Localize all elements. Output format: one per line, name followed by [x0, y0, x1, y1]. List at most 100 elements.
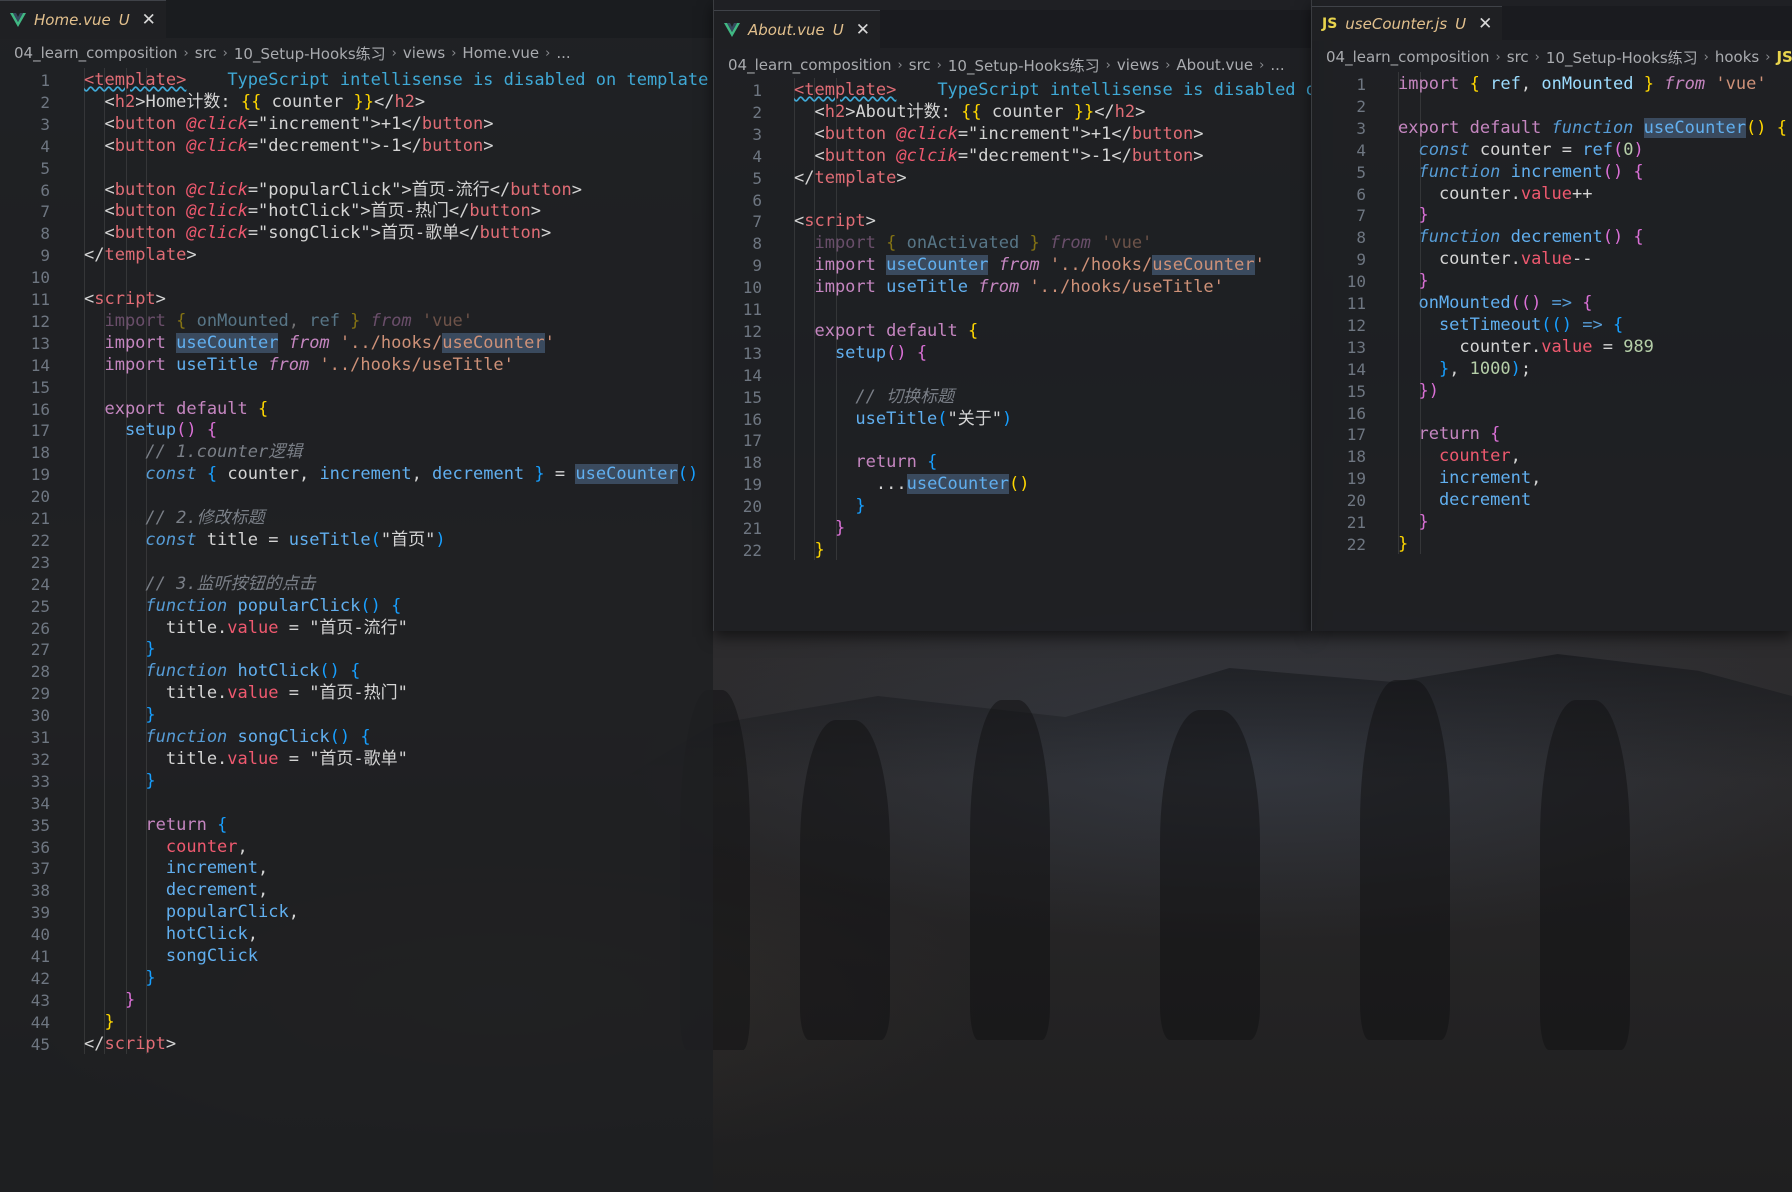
chevron-right-icon: › [222, 45, 228, 61]
breadcrumb-item[interactable]: 04_learn_composition [728, 56, 892, 74]
indent-guide [794, 78, 795, 560]
code-token: {{ [240, 91, 262, 112]
code-token: 1000 [1469, 358, 1511, 379]
code-token: =" [247, 113, 269, 134]
breadcrumb-item[interactable]: src [1507, 48, 1529, 66]
code-token: title. [84, 748, 228, 769]
breadcrumb-item[interactable]: 10_Setup-Hooks练习 [234, 43, 386, 64]
code-line[interactable]: 45 </script> [0, 1032, 713, 1057]
indent-guide [1420, 72, 1421, 554]
chevron-right-icon: › [897, 57, 903, 73]
code-text: </script> [84, 1032, 176, 1057]
close-icon[interactable]: ✕ [142, 10, 156, 30]
breadcrumb-item[interactable]: ... [556, 44, 570, 62]
code-token: () { [329, 727, 371, 747]
indent-guide [126, 68, 127, 1054]
code-token: @click [896, 123, 958, 144]
code-token: = [1592, 336, 1624, 357]
breadcrumb-item[interactable]: hooks [1715, 48, 1759, 66]
code-token: counter, [227, 464, 320, 485]
code-token: decrement [432, 464, 525, 485]
code-token: ) [1510, 358, 1521, 379]
code-token: counter = [1479, 139, 1583, 160]
code-token: function [1398, 227, 1511, 248]
code-token: } [1029, 233, 1050, 254]
code-token: > [186, 245, 197, 266]
breadcrumb-item[interactable]: JS [1776, 48, 1792, 66]
tab-bar: JS useCounter.js U ✕ [1312, 6, 1792, 41]
close-icon[interactable]: ✕ [856, 20, 870, 40]
code-token: } [1398, 271, 1429, 292]
breadcrumb-item[interactable]: views [403, 44, 445, 62]
code-token: // 2.修改标题 [84, 508, 265, 528]
code-token: <template> [84, 70, 187, 90]
code-token: > [1193, 123, 1204, 144]
code-token: useCounter [886, 255, 989, 276]
code-token: { [1582, 293, 1593, 313]
code-token: () { [360, 595, 402, 616]
line-number: 22 [1346, 534, 1366, 554]
code-token: } [1398, 512, 1429, 532]
code-token: import [794, 255, 887, 276]
tab-home-vue[interactable]: Home.vue U ✕ [0, 0, 166, 39]
code-token: > [541, 223, 552, 244]
code-area[interactable]: 1 import { ref, onMounted } from 'vue' 2 3 e… [1312, 72, 1792, 554]
code-token: import [84, 310, 177, 331]
breadcrumb-item[interactable]: 10_Setup-Hooks练习 [948, 55, 1100, 76]
breadcrumb-item[interactable]: src [909, 56, 931, 74]
breadcrumb-item[interactable]: 04_learn_composition [14, 44, 178, 62]
chevron-right-icon: › [1534, 49, 1540, 65]
code-token: import [1398, 74, 1470, 94]
tab-filename: useCounter.js [1345, 15, 1448, 33]
code-token: onMounted [1398, 293, 1511, 313]
breadcrumb-item[interactable]: About.vue [1176, 56, 1253, 74]
code-area[interactable]: 1 <template> TypeScript intellisense is d… [0, 68, 713, 1054]
code-token: }} [353, 91, 374, 112]
code-token: // 切换标题 [794, 386, 955, 407]
breadcrumb[interactable]: 04_learn_composition › src › 10_Setup-Hooks练… [0, 40, 713, 66]
tab-usecounter-js[interactable]: JS useCounter.js U ✕ [1312, 6, 1503, 41]
breadcrumb-item[interactable]: 10_Setup-Hooks练习 [1546, 47, 1698, 68]
code-token: increment [1398, 468, 1532, 489]
close-icon[interactable]: ✕ [1478, 14, 1492, 34]
code-token: ) [435, 529, 446, 550]
code-text: } [794, 538, 824, 563]
code-token: > [483, 135, 494, 156]
breadcrumb-item[interactable]: Home.vue [462, 44, 539, 62]
code-token: ' [544, 332, 555, 353]
breadcrumb[interactable]: 04_learn_composition › src › 10_Setup-Hooks练… [714, 52, 1312, 78]
tab-about-vue[interactable]: About.vue U ✕ [714, 10, 880, 49]
vue-icon [10, 13, 26, 27]
chevron-right-icon: › [1765, 49, 1771, 65]
code-token: > [483, 113, 494, 134]
breadcrumb-item[interactable]: src [195, 44, 217, 62]
editor-pane-usecounter[interactable]: JS useCounter.js U ✕ 04_learn_compositio… [1311, 0, 1792, 631]
code-token: , [1531, 468, 1542, 489]
code-token: > [896, 167, 907, 188]
code-area[interactable]: 1 <template> TypeScript intellisense is d… [714, 78, 1312, 560]
code-token: {{ [961, 101, 982, 122]
vue-icon [724, 23, 740, 37]
code-token: counter [1398, 446, 1511, 467]
breadcrumb-item[interactable]: ... [1270, 56, 1284, 74]
code-token: const [1398, 139, 1480, 160]
code-token: button [421, 113, 484, 134]
breadcrumb-item[interactable]: views [1117, 56, 1159, 74]
code-token: export default [794, 320, 968, 341]
code-token: ref [309, 310, 351, 331]
code-token: > [1135, 101, 1146, 122]
code-token: export default [84, 398, 258, 419]
code-line[interactable]: 22} [1312, 532, 1792, 557]
editor-pane-home[interactable]: Home.vue U ✕ 04_learn_composition › src › 10… [0, 0, 713, 1192]
code-token: function [1398, 161, 1511, 182]
code-token: }} [1073, 101, 1095, 122]
editor-pane-about[interactable]: About.vue U ✕ 04_learn_composition › src › 1… [713, 0, 1312, 631]
code-token: import [84, 354, 177, 375]
breadcrumb[interactable]: 04_learn_composition › src › 10_Setup-Hooks练… [1312, 44, 1792, 70]
breadcrumb-item[interactable]: 04_learn_composition [1326, 48, 1490, 66]
code-line[interactable]: 22 } [714, 538, 1312, 563]
